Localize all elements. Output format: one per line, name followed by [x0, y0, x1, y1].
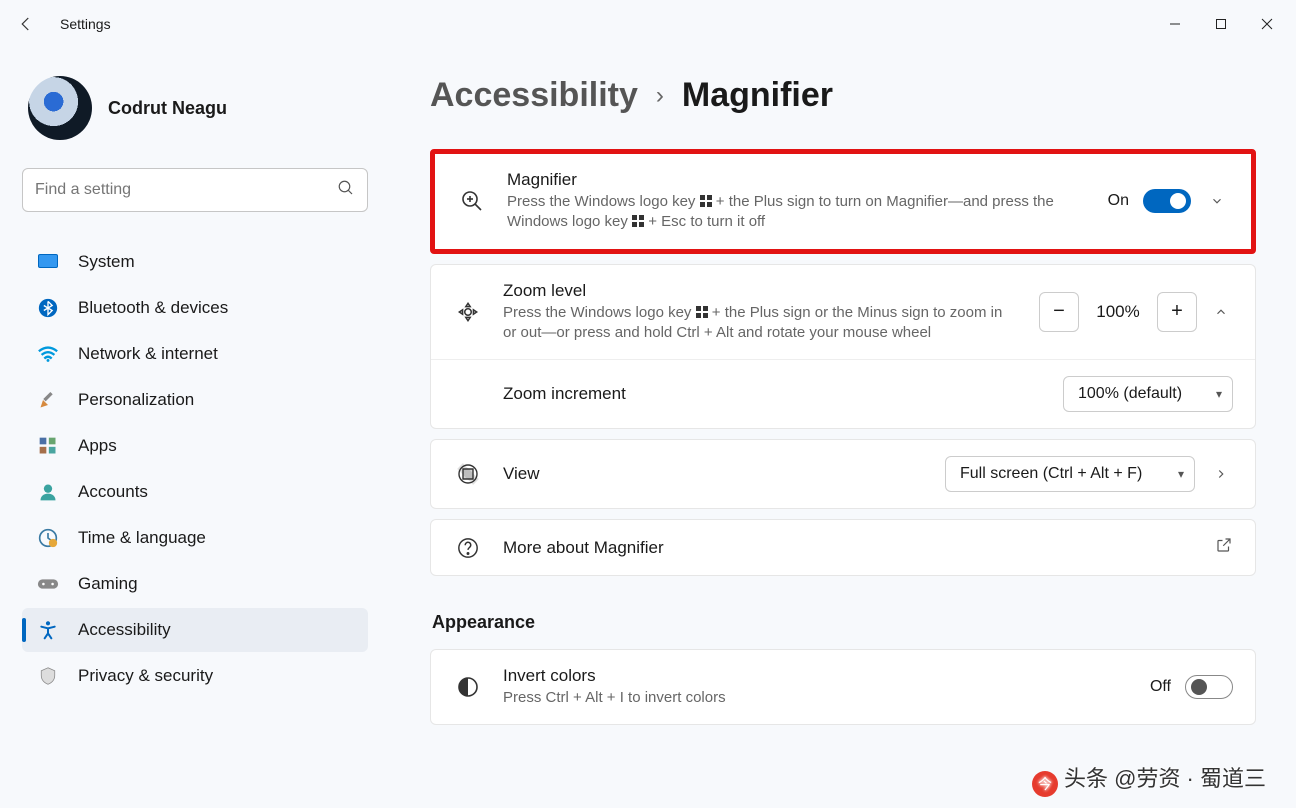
appearance-section-title: Appearance: [432, 612, 1256, 633]
sidebar-item-label: Bluetooth & devices: [78, 298, 228, 318]
view-icon: [453, 462, 483, 486]
watermark: 今头条 @劳资 · 蜀道三: [1032, 761, 1266, 794]
zoom-level-card: Zoom level Press the Windows logo key + …: [430, 264, 1256, 430]
sidebar-item-label: Network & internet: [78, 344, 218, 364]
zoom-desc: Press the Windows logo key + the Plus si…: [503, 303, 1019, 344]
sidebar-item-accounts[interactable]: Accounts: [22, 470, 368, 514]
windows-logo-icon: [696, 306, 708, 318]
magnifier-desc: Press the Windows logo key + the Plus si…: [507, 192, 1088, 233]
zoom-increment-dropdown[interactable]: 100% (default) ▾: [1063, 376, 1233, 412]
sidebar-item-label: Gaming: [78, 574, 138, 594]
search-input[interactable]: [35, 181, 337, 199]
chevron-down-icon: ▾: [1216, 387, 1222, 401]
wifi-icon: [36, 345, 60, 363]
breadcrumb-parent[interactable]: Accessibility: [430, 76, 638, 115]
sidebar-item-personalization[interactable]: Personalization: [22, 378, 368, 422]
sidebar-item-bluetooth[interactable]: Bluetooth & devices: [22, 286, 368, 330]
maximize-button[interactable]: [1198, 8, 1244, 40]
apps-icon: [36, 436, 60, 456]
magnifier-state-label: On: [1108, 192, 1129, 210]
user-name: Codrut Neagu: [108, 98, 227, 119]
accessibility-icon: [36, 620, 60, 640]
more-about-card[interactable]: More about Magnifier: [430, 519, 1256, 576]
time-language-icon: [36, 528, 60, 548]
chevron-down-icon: ▾: [1178, 467, 1184, 481]
search-box[interactable]: [22, 168, 368, 212]
personalization-icon: [36, 390, 60, 410]
magnifier-toggle-card: Magnifier Press the Windows logo key + t…: [430, 149, 1256, 254]
external-link-icon: [1215, 536, 1233, 559]
system-icon: [36, 253, 60, 271]
more-about-title: More about Magnifier: [503, 538, 1195, 558]
breadcrumb-current: Magnifier: [682, 76, 833, 115]
invert-title: Invert colors: [503, 666, 1130, 686]
sidebar-item-gaming[interactable]: Gaming: [22, 562, 368, 606]
sidebar-item-label: Apps: [78, 436, 117, 456]
view-title: View: [503, 464, 925, 484]
nav: System Bluetooth & devices Network & int…: [22, 240, 368, 698]
invert-toggle[interactable]: [1185, 675, 1233, 699]
main-content: Accessibility › Magnifier Magnifier Pres…: [390, 48, 1296, 808]
zoom-decrease-button[interactable]: −: [1039, 292, 1079, 332]
invert-colors-icon: [453, 675, 483, 699]
zoom-value: 100%: [1091, 302, 1145, 322]
invert-colors-card: Invert colors Press Ctrl + Alt + I to in…: [430, 649, 1256, 725]
windows-logo-icon: [700, 195, 712, 207]
gaming-icon: [36, 576, 60, 592]
magnifier-title: Magnifier: [507, 170, 1088, 190]
sidebar-item-label: Accessibility: [78, 620, 171, 640]
zoom-icon: [453, 299, 483, 325]
invert-state-label: Off: [1150, 678, 1171, 696]
sidebar-item-label: Time & language: [78, 528, 206, 548]
sidebar-item-privacy[interactable]: Privacy & security: [22, 654, 368, 698]
sidebar-item-label: Privacy & security: [78, 666, 213, 686]
sidebar: Codrut Neagu System Bluetooth & devices …: [0, 48, 390, 808]
sidebar-item-label: Personalization: [78, 390, 194, 410]
zoom-increase-button[interactable]: +: [1157, 292, 1197, 332]
view-dropdown[interactable]: Full screen (Ctrl + Alt + F) ▾: [945, 456, 1195, 492]
sidebar-item-label: System: [78, 252, 135, 272]
magnifier-icon: [457, 189, 487, 213]
sidebar-item-network[interactable]: Network & internet: [22, 332, 368, 376]
bluetooth-icon: [36, 298, 60, 318]
magnifier-toggle[interactable]: [1143, 189, 1191, 213]
avatar: [28, 76, 92, 140]
user-account-header[interactable]: Codrut Neagu: [22, 58, 368, 168]
collapse-chevron-icon[interactable]: [1209, 305, 1233, 319]
titlebar: Settings: [0, 0, 1296, 48]
accounts-icon: [36, 482, 60, 502]
watermark-logo-icon: 今: [1032, 771, 1058, 797]
zoom-increment-label: Zoom increment: [503, 384, 1043, 404]
back-button[interactable]: [6, 4, 46, 44]
invert-desc: Press Ctrl + Alt + I to invert colors: [503, 688, 1130, 708]
sidebar-item-apps[interactable]: Apps: [22, 424, 368, 468]
search-icon: [337, 179, 355, 202]
privacy-icon: [36, 666, 60, 686]
sidebar-item-time-language[interactable]: Time & language: [22, 516, 368, 560]
forward-chevron-icon[interactable]: [1209, 467, 1233, 481]
windows-logo-icon: [632, 215, 644, 227]
close-button[interactable]: [1244, 8, 1290, 40]
expand-chevron-icon[interactable]: [1205, 194, 1229, 208]
minimize-button[interactable]: [1152, 8, 1198, 40]
chevron-right-icon: ›: [656, 82, 664, 110]
help-icon: [453, 537, 483, 559]
zoom-title: Zoom level: [503, 281, 1019, 301]
sidebar-item-label: Accounts: [78, 482, 148, 502]
sidebar-item-system[interactable]: System: [22, 240, 368, 284]
breadcrumb: Accessibility › Magnifier: [430, 76, 1256, 115]
sidebar-item-accessibility[interactable]: Accessibility: [22, 608, 368, 652]
app-title: Settings: [60, 16, 111, 32]
view-card: View Full screen (Ctrl + Alt + F) ▾: [430, 439, 1256, 509]
